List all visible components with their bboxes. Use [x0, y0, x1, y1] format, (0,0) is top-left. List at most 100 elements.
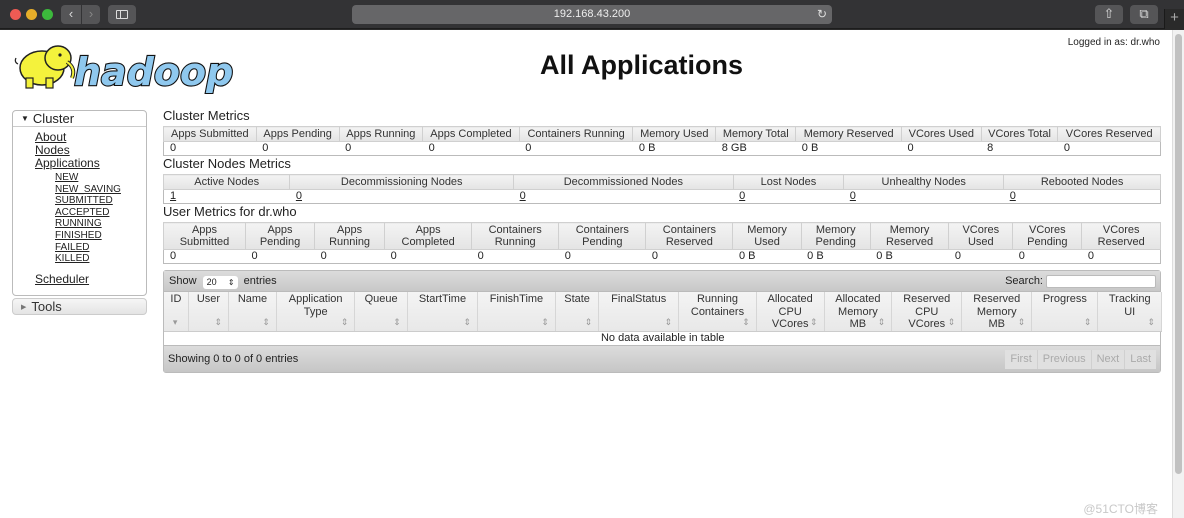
sidebar-toggle-button[interactable]	[108, 5, 136, 24]
unhealthy-nodes-link[interactable]: 0	[850, 190, 856, 202]
metric-value: 0	[390, 250, 397, 262]
pagination: First Previous Next Last	[1005, 350, 1156, 369]
metric-value: 0 B	[638, 142, 656, 154]
col-header: Apps Pending	[255, 126, 340, 142]
sortable-column-header[interactable]: Allocated Memory MB ⇕	[824, 292, 893, 332]
triangle-down-icon: ▼	[21, 114, 29, 123]
table-info: Showing 0 to 0 of 0 entries	[168, 353, 299, 365]
nav-link-state-killed[interactable]: KILLED	[55, 253, 146, 265]
col-header: Memory Pending	[800, 222, 871, 250]
sortable-column-header[interactable]: Progress ⇕	[1031, 292, 1099, 332]
nav-link-state-submitted[interactable]: SUBMITTED	[55, 195, 146, 207]
metric-value: 0	[564, 250, 571, 262]
nav-link-state-finished[interactable]: FINISHED	[55, 230, 146, 242]
sortable-column-header[interactable]: Queue ⇕	[354, 292, 408, 332]
nav-link-state-running[interactable]: RUNNING	[55, 218, 146, 230]
new-tab-button[interactable]: +	[1164, 9, 1184, 29]
vertical-scrollbar[interactable]	[1172, 30, 1184, 518]
search-input[interactable]	[1046, 275, 1156, 288]
col-header: Apps Completed	[384, 222, 473, 250]
sortable-column-header[interactable]: Allocated CPU VCores ⇕	[756, 292, 825, 332]
forward-button[interactable]: ›	[82, 5, 100, 24]
nav-link-state-failed[interactable]: FAILED	[55, 242, 146, 254]
table-row: 1 0 0 0 0 0	[164, 190, 1161, 204]
first-page-button[interactable]: First	[1005, 350, 1037, 369]
sortable-column-header[interactable]: User ⇕	[188, 292, 230, 332]
scrollbar-thumb[interactable]	[1175, 34, 1182, 474]
triangle-right-icon: ▶	[21, 304, 27, 311]
nav-link-scheduler[interactable]: Scheduler	[35, 272, 146, 286]
sortable-column-header[interactable]: StartTime ⇕	[407, 292, 479, 332]
sort-icon: ⇕	[809, 317, 818, 327]
cluster-nodes-metrics-table: Active Nodes Decommissioning Nodes Decom…	[162, 174, 1161, 204]
page: hadoop All Applications Logged in as: dr…	[0, 30, 1172, 518]
metric-value: 0	[907, 142, 914, 154]
metric-value: 0 B	[801, 142, 819, 154]
sidebar-icon	[116, 10, 128, 19]
sort-icon: ⇕	[877, 317, 886, 327]
cluster-nodes-metrics-title: Cluster Nodes Metrics	[163, 156, 291, 171]
cluster-nav-header[interactable]: ▼ Cluster	[13, 111, 146, 127]
sortable-column-header[interactable]: Reserved Memory MB ⇕	[961, 292, 1033, 332]
page-size-select[interactable]: 20 ⇕	[202, 276, 238, 289]
decommissioned-nodes-link[interactable]: 0	[520, 190, 526, 202]
sortable-column-header[interactable]: Tracking UI ⇕	[1097, 292, 1162, 332]
sort-icon: ⇕	[541, 317, 549, 327]
col-header: Apps Submitted	[163, 126, 257, 142]
metric-value: 0	[477, 250, 484, 262]
nav-link-state-new-saving[interactable]: NEW_SAVING	[55, 184, 146, 196]
user-metrics-title: User Metrics for dr.who	[163, 204, 297, 219]
rebooted-nodes-link[interactable]: 0	[1010, 190, 1016, 202]
last-page-button[interactable]: Last	[1124, 350, 1156, 369]
nav-link-state-accepted[interactable]: ACCEPTED	[55, 207, 146, 219]
col-header: Decommissioning Nodes	[289, 174, 515, 190]
nav-link-applications[interactable]: Applications	[35, 157, 146, 170]
share-icon: ⇧	[1103, 6, 1115, 21]
metric-value: 8	[987, 142, 994, 154]
maximize-window-button[interactable]	[42, 9, 53, 20]
sortable-column-header[interactable]: State ⇕	[555, 292, 600, 332]
col-header: Rebooted Nodes	[1003, 174, 1161, 190]
sortable-column-header[interactable]: Running Containers ⇕	[678, 292, 757, 332]
previous-page-button[interactable]: Previous	[1036, 350, 1091, 369]
back-button[interactable]: ‹	[61, 5, 81, 24]
reload-icon[interactable]: ↻	[817, 5, 827, 24]
hadoop-logo[interactable]: hadoop	[12, 38, 248, 94]
sortable-column-header[interactable]: Reserved CPU VCores ⇕	[891, 292, 963, 332]
sortable-column-header[interactable]: ID ▾	[164, 292, 189, 332]
tools-nav-header[interactable]: ▶ Tools	[12, 298, 147, 315]
sort-icon: ⇕	[584, 317, 593, 327]
sortable-column-header[interactable]: FinalStatus ⇕	[598, 292, 680, 332]
sort-icon: ⇕	[262, 317, 270, 327]
address-bar[interactable]: 192.168.43.200 ↻	[352, 5, 832, 24]
col-header: Active Nodes	[162, 174, 291, 190]
url-text: 192.168.43.200	[553, 8, 631, 20]
share-button[interactable]: ⇧	[1095, 5, 1123, 24]
col-header: Memory Used	[632, 126, 717, 142]
decommissioning-nodes-link[interactable]: 0	[296, 190, 302, 202]
close-window-button[interactable]	[10, 9, 21, 20]
metric-value: 0	[251, 250, 258, 262]
metric-value: 0	[320, 250, 327, 262]
search-label: Search:	[1005, 275, 1043, 287]
table-row: 0 0 0 0 0 0 B 8 GB 0 B 0 8 0	[164, 142, 1161, 156]
metric-value: 0	[651, 250, 658, 262]
sort-icon: ⇕	[742, 317, 750, 327]
sort-icon: ⇕	[1083, 317, 1092, 327]
show-tabs-button[interactable]: ⧉	[1130, 5, 1158, 24]
active-nodes-link[interactable]: 1	[170, 190, 176, 202]
lost-nodes-link[interactable]: 0	[739, 190, 745, 202]
metric-value: 0 B	[738, 250, 756, 262]
minimize-window-button[interactable]	[26, 9, 37, 20]
metric-value: 0 B	[876, 250, 893, 262]
sortable-column-header[interactable]: Name ⇕	[228, 292, 277, 332]
sortable-column-header[interactable]: FinishTime ⇕	[477, 292, 556, 332]
sortable-column-header[interactable]: Application Type ⇕	[276, 292, 356, 332]
cluster-metrics-table: Apps Submitted Apps Pending Apps Running…	[163, 126, 1161, 156]
col-header: Apps Completed	[422, 126, 520, 142]
nav-link-state-new[interactable]: NEW	[55, 172, 146, 184]
sort-icon: ⇕	[1017, 317, 1026, 327]
col-header: Apps Running	[314, 222, 386, 250]
metric-value: 0	[170, 250, 177, 262]
next-page-button[interactable]: Next	[1090, 350, 1125, 369]
